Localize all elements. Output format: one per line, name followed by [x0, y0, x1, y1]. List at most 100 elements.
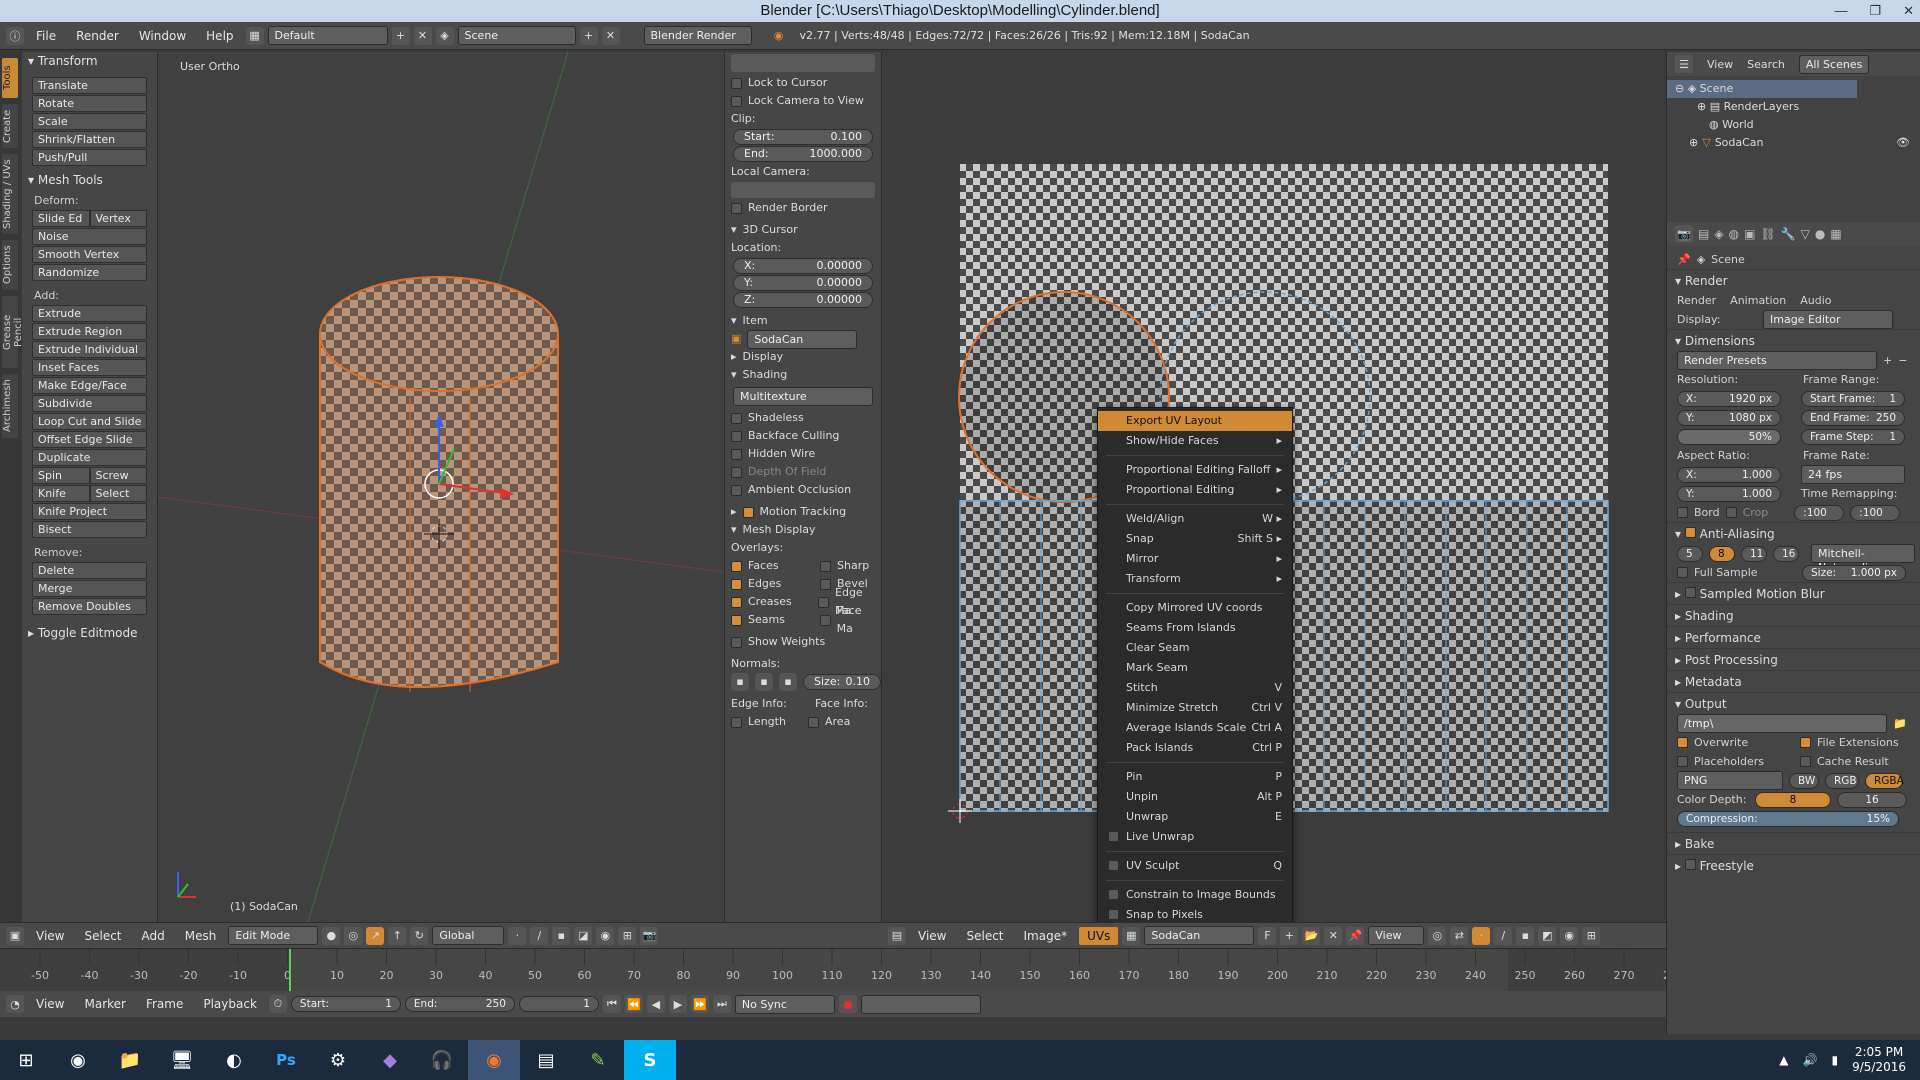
menu-item-constrain-to-image-bounds[interactable]: Constrain to Image Bounds — [1098, 885, 1292, 905]
motion-tracking-header[interactable]: ▸ Motion Tracking — [725, 503, 881, 521]
info-icon[interactable]: ⓘ — [6, 26, 24, 45]
make-edge-face-button[interactable]: Make Edge/Face — [32, 377, 147, 394]
timeline-editor-icon[interactable]: ◔ — [6, 995, 24, 1013]
outliner-search-menu[interactable]: Search — [1747, 58, 1785, 71]
tab-archimesh[interactable]: Archimesh — [2, 374, 18, 438]
shading-mode-select[interactable]: Multitexture — [733, 387, 873, 406]
current-frame-field[interactable]: 1 — [518, 996, 599, 1012]
pivot-icon[interactable]: ◎ — [344, 926, 363, 945]
menu-checkbox[interactable] — [1108, 860, 1119, 871]
menu-item-mark-seam[interactable]: Mark Seam — [1098, 658, 1292, 678]
file-format-select[interactable]: PNG — [1677, 771, 1783, 790]
winrar-icon[interactable]: ▤ — [520, 1040, 572, 1080]
vertex-normal-icon[interactable]: ▪ — [731, 673, 749, 691]
outliner-item-sodacan[interactable]: ⊕ ▽ SodaCan 👁 — [1667, 134, 1920, 152]
timeline-marker-menu[interactable]: Marker — [76, 995, 133, 1013]
menu-window[interactable]: Window — [131, 27, 194, 45]
uv-image-menu[interactable]: Image* — [1016, 927, 1076, 945]
preview-range-icon[interactable]: ⏱ — [268, 995, 287, 1013]
jump-start-icon[interactable]: ⏮ — [602, 995, 621, 1013]
cache-result-checkbox[interactable] — [1800, 756, 1811, 767]
spin-button[interactable]: Spin — [32, 467, 90, 484]
compression-slider[interactable]: Compression: 15% — [1677, 810, 1899, 827]
extrude-button[interactable]: Extrude — [32, 305, 147, 322]
resolution-y-field[interactable]: Y: 1080 px — [1677, 409, 1781, 426]
tab-grease-pencil[interactable]: Grease Pencil — [2, 296, 24, 368]
layout-field[interactable]: Default — [267, 26, 388, 45]
view3d-select-menu[interactable]: Select — [76, 927, 129, 945]
aa-samples-16[interactable]: 16 — [1773, 545, 1799, 562]
sharp-checkbox[interactable] — [820, 560, 831, 572]
edges-checkbox[interactable] — [731, 578, 742, 590]
render-button[interactable]: Render — [1677, 291, 1716, 310]
uv-vertex-select-icon[interactable]: · — [1472, 926, 1491, 945]
orientation-select[interactable]: Global — [432, 926, 505, 945]
menu-item-minimize-stretch[interactable]: Minimize Stretch Ctrl V — [1098, 698, 1292, 718]
menu-item-clear-seam[interactable]: Clear Seam — [1098, 638, 1292, 658]
motion-blur-header[interactable]: ▸ Sampled Motion Blur — [1667, 582, 1920, 604]
seams-checkbox[interactable] — [731, 614, 742, 626]
menu-checkbox[interactable] — [1108, 889, 1119, 900]
animation-button[interactable]: Animation — [1730, 291, 1786, 310]
uv-snap-icon[interactable]: ⊞ — [1582, 926, 1601, 945]
image-browse-icon[interactable]: ▦ — [1122, 926, 1141, 945]
editor-type-icon[interactable]: ▣ — [6, 926, 24, 945]
menu-item-export-uv-layout[interactable]: Export UV Layout — [1098, 411, 1292, 431]
manipulator-icon[interactable]: ↗ — [366, 926, 385, 945]
menu-item-proportional-editing[interactable]: Proportional Editing ▸ — [1098, 480, 1292, 500]
edge-select-icon[interactable]: / — [530, 926, 549, 945]
depth-of-field-checkbox[interactable] — [731, 466, 742, 478]
slide-edge-button[interactable]: Slide Ed — [32, 210, 90, 227]
normal-size-field[interactable]: Size: 0.10 — [803, 674, 881, 690]
randomize-button[interactable]: Randomize — [32, 264, 147, 281]
remote-icon[interactable]: 🖥 — [156, 1040, 208, 1080]
knife-button[interactable]: Knife — [32, 485, 90, 502]
skype-icon[interactable]: S — [624, 1040, 676, 1080]
timeline-view-menu[interactable]: View — [28, 995, 72, 1013]
subdivide-button[interactable]: Subdivide — [32, 395, 147, 412]
mesh-tools-header[interactable]: ▾ Mesh Tools — [22, 171, 157, 189]
steam-icon[interactable]: ⚙ — [312, 1040, 364, 1080]
cursor-z-field[interactable]: Z: 0.00000 — [733, 292, 873, 308]
outliner-view-menu[interactable]: View — [1707, 58, 1733, 71]
edge-marks-checkbox[interactable] — [818, 596, 830, 608]
aa-samples-11[interactable]: 11 — [1741, 545, 1767, 562]
color-depth-16[interactable]: 16 — [1837, 791, 1907, 808]
translate-manip-icon[interactable]: ↑ — [388, 926, 407, 945]
menu-item-proportional-editing-falloff[interactable]: Proportional Editing Falloff ▸ — [1098, 460, 1292, 480]
render-engine-select[interactable]: Blender Render — [643, 26, 752, 45]
output-header[interactable]: ▾ Output — [1667, 692, 1920, 714]
cursor-x-field[interactable]: X: 0.00000 — [733, 258, 873, 274]
folder-icon[interactable]: 📁 — [1893, 714, 1907, 733]
view3d-add-menu[interactable]: Add — [134, 927, 173, 945]
crop-checkbox[interactable] — [1725, 507, 1737, 518]
hidden-wire-checkbox[interactable] — [731, 448, 742, 460]
timeline-frame-menu[interactable]: Frame — [138, 995, 191, 1013]
timeline-playback-menu[interactable]: Playback — [195, 995, 265, 1013]
outliner-item-renderlayers[interactable]: ⊕ ▤ RenderLayers — [1667, 98, 1920, 116]
menu-item-stitch[interactable]: Stitch V — [1098, 678, 1292, 698]
menu-item-snap[interactable]: Snap Shift S ▸ — [1098, 529, 1292, 549]
prev-keyframe-icon[interactable]: ⏪ — [624, 995, 643, 1013]
uv-editor-type-icon[interactable]: ▤ — [888, 926, 906, 945]
transform-header[interactable]: ▾ Transform — [22, 52, 157, 70]
placeholders-checkbox[interactable] — [1677, 756, 1688, 767]
shading-header[interactable]: ▸ Shading — [1667, 604, 1920, 626]
rotate-manip-icon[interactable]: ↻ — [410, 926, 429, 945]
next-keyframe-icon[interactable]: ⏩ — [690, 995, 709, 1013]
visibility-eye-icon[interactable]: 👁 — [1896, 134, 1910, 152]
anti-aliasing-header[interactable]: ▾ Anti-Aliasing — [1667, 522, 1920, 544]
menu-item-show-hide-faces[interactable]: Show/Hide Faces ▸ — [1098, 431, 1292, 451]
menu-checkbox[interactable] — [1108, 909, 1119, 920]
item-name-field[interactable]: SodaCan — [747, 329, 858, 349]
chrome-icon[interactable]: ◉ — [52, 1040, 104, 1080]
uv-island-select-icon[interactable]: ◩ — [1538, 926, 1557, 945]
performance-header[interactable]: ▸ Performance — [1667, 626, 1920, 648]
duplicate-button[interactable]: Duplicate — [32, 449, 147, 466]
scene-field[interactable]: Scene — [457, 26, 576, 45]
menu-item-unwrap[interactable]: Unwrap E — [1098, 807, 1292, 827]
menu-file[interactable]: File — [28, 27, 64, 45]
translate-button[interactable]: Translate — [32, 77, 147, 94]
fake-user-button[interactable]: F — [1258, 926, 1277, 945]
audio-button[interactable]: Audio — [1800, 291, 1831, 310]
